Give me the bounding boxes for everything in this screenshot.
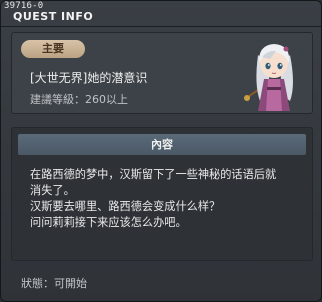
- quest-category-badge: 主要: [21, 40, 85, 58]
- quest-status: 狀態：可開始: [21, 277, 87, 290]
- content-line: 汉斯要去哪里、路西德会变成什么样？: [30, 200, 221, 213]
- quest-header-panel: 主要 [大世无界]她的潜意识 建議等級：260以上: [11, 32, 313, 114]
- quest-info-window: 39716-0 QUEST INFO 主要 [大世无界]她的潜意识 建議等級：2…: [0, 0, 322, 302]
- content-text: 在路西德的梦中，汉斯留下了一些神秘的话语后就 消失了。 汉斯要去哪里、路西德会变…: [30, 167, 306, 231]
- title-divider: [1, 26, 321, 27]
- npc-portrait: [244, 44, 293, 111]
- content-header: 內容: [18, 134, 306, 155]
- window-title[interactable]: QUEST INFO: [13, 10, 93, 23]
- quest-name: [大世无界]她的潜意识: [30, 71, 148, 85]
- quest-content-panel: 內容 在路西德的梦中，汉斯留下了一些神秘的话语后就 消失了。 汉斯要去哪里、路西…: [11, 127, 313, 261]
- level-requirement: 建議等級：260以上: [30, 93, 128, 106]
- content-line: 问问莉莉接下来应该怎么办吧。: [30, 216, 187, 229]
- content-line: 在路西德的梦中，汉斯留下了一些神秘的话语后就: [30, 168, 277, 181]
- content-line: 消失了。: [30, 184, 75, 197]
